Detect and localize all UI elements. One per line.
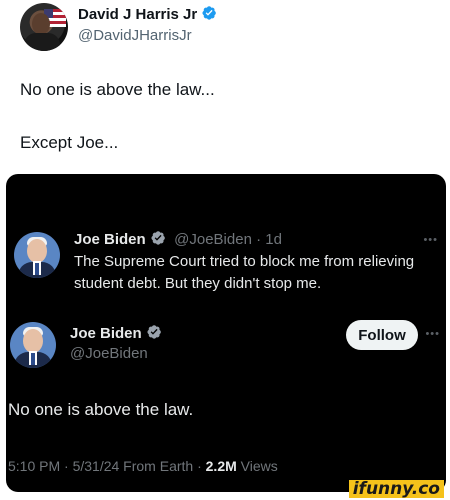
author-handle[interactable]: @DavidJHarrisJr <box>78 27 192 44</box>
reply-time[interactable]: 1d <box>265 231 282 248</box>
ifunny-watermark: ifunny.co <box>348 480 444 498</box>
avatar-body <box>24 33 60 51</box>
avatar-tie <box>31 353 35 365</box>
main-author-name-row[interactable]: Joe Biden <box>70 324 162 343</box>
author-name-row[interactable]: David J Harris Jr <box>78 5 217 23</box>
main-tweet-text: No one is above the law. <box>8 400 194 419</box>
more-options-icon[interactable]: ••• <box>423 234 438 246</box>
avatar-head <box>32 13 50 35</box>
separator-dot: · <box>251 231 266 248</box>
tweet-meta: 5:10 PM · 5/31/24 From Earth · 2.2M View… <box>8 458 278 474</box>
more-options-icon[interactable]: ••• <box>425 328 440 340</box>
tweet-text-line-2: Except Joe... <box>20 133 119 152</box>
views-count[interactable]: 2.2M <box>206 458 237 474</box>
reply-author-avatar[interactable] <box>14 232 60 278</box>
reply-header: Joe Biden @JoeBiden · 1d <box>74 230 282 249</box>
views-label: Views <box>236 458 278 474</box>
main-author-avatar[interactable] <box>10 322 56 368</box>
avatar-face <box>27 239 47 263</box>
author-avatar[interactable] <box>20 3 68 51</box>
verified-badge-icon <box>151 231 165 245</box>
verified-badge-icon <box>147 325 161 339</box>
tweet-timestamp[interactable]: 5:10 PM · 5/31/24 From Earth · <box>8 458 206 474</box>
quoted-screenshot-image[interactable]: Joe Biden @JoeBiden · 1d ••• The Supreme… <box>6 174 446 492</box>
tweet-text-line-1: No one is above the law... <box>20 80 215 99</box>
reply-author-name[interactable]: Joe Biden <box>74 231 146 248</box>
avatar-tie <box>35 263 39 275</box>
main-author-name[interactable]: Joe Biden <box>70 325 142 342</box>
reply-author-handle[interactable]: @JoeBiden <box>174 231 252 248</box>
main-author-handle[interactable]: @JoeBiden <box>70 345 148 362</box>
verified-badge-icon <box>202 6 217 20</box>
follow-button[interactable]: Follow <box>346 320 418 350</box>
author-name[interactable]: David J Harris Jr <box>78 6 197 23</box>
reply-tweet-text: The Supreme Court tried to block me from… <box>74 253 415 292</box>
avatar-face <box>23 329 43 353</box>
